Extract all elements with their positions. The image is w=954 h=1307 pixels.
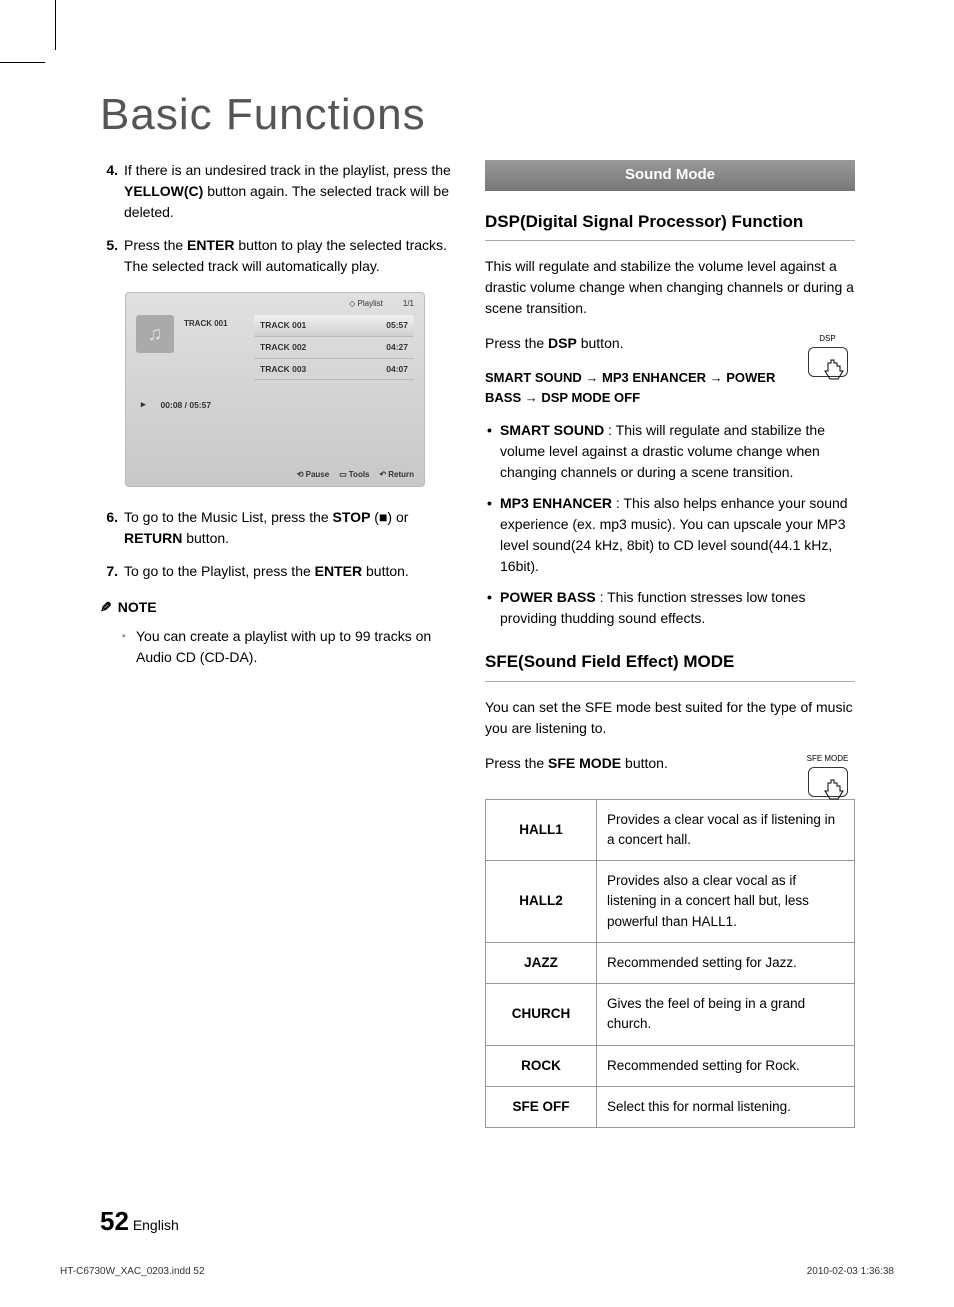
hand-press-icon (814, 773, 854, 813)
page-title: Basic Functions (100, 90, 894, 140)
bullet-smart-sound: SMART SOUND : This will regulate and sta… (485, 420, 855, 483)
hand-press-icon (814, 353, 854, 393)
page-footer: 52 English (100, 1206, 179, 1237)
dsp-intro: This will regulate and stabilize the vol… (485, 256, 855, 319)
dsp-bullets: SMART SOUND : This will regulate and sta… (485, 420, 855, 629)
sfe-heading: SFE(Sound Field Effect) MODE (485, 649, 855, 682)
tools-label: ▭ Tools (339, 469, 369, 481)
note-heading: ✎ NOTE (100, 597, 455, 618)
track-row: TRACK 00105:57 (254, 315, 414, 337)
table-row: SFE OFFSelect this for normal listening. (486, 1086, 855, 1127)
step-6: 6.To go to the Music List, press the STO… (100, 507, 455, 549)
sound-mode-heading: Sound Mode (485, 160, 855, 191)
playlist-label: ◇ Playlist (349, 298, 383, 310)
note-icon: ✎ (100, 597, 112, 618)
bullet-power-bass: POWER BASS : This function stresses low … (485, 587, 855, 629)
steps-list-top: 4.If there is an undesired track in the … (100, 160, 455, 277)
bullet-mp3-enhancer: MP3 ENHANCER : This also helps enhance y… (485, 493, 855, 577)
dsp-remote-button: DSP (800, 333, 855, 377)
step-5: 5.Press the ENTER button to play the sel… (100, 235, 455, 277)
pause-label: ⟲ Pause (297, 469, 329, 481)
play-icon: ▸ (141, 398, 146, 412)
steps-list-bottom: 6.To go to the Music List, press the STO… (100, 507, 455, 582)
table-row: CHURCHGives the feel of being in a grand… (486, 984, 855, 1046)
sfe-table: HALL1Provides a clear vocal as if listen… (485, 799, 855, 1129)
table-row: ROCKRecommended setting for Rock. (486, 1045, 855, 1086)
note-list: You can create a playlist with up to 99 … (100, 626, 455, 668)
current-track: TRACK 001 (184, 315, 244, 380)
music-note-icon: ♫ (136, 315, 174, 353)
sfe-remote-button: SFE MODE (800, 753, 855, 797)
step-7: 7.To go to the Playlist, press the ENTER… (100, 561, 455, 582)
playback-time: 00:08 / 05:57 (161, 399, 212, 412)
track-row: TRACK 00204:27 (254, 337, 414, 359)
table-row: HALL2Provides also a clear vocal as if l… (486, 861, 855, 943)
step-4: 4.If there is an undesired track in the … (100, 160, 455, 223)
table-row: JAZZRecommended setting for Jazz. (486, 942, 855, 983)
dsp-heading: DSP(Digital Signal Processor) Function (485, 209, 855, 242)
playlist-ui: ◇ Playlist 1/1 ♫ TRACK 001 TRACK 00105:5… (125, 292, 425, 487)
table-row: HALL1Provides a clear vocal as if listen… (486, 799, 855, 861)
sfe-intro: You can set the SFE mode best suited for… (485, 697, 855, 739)
track-row: TRACK 00304:07 (254, 359, 414, 381)
note-item: You can create a playlist with up to 99 … (122, 626, 455, 668)
track-list: TRACK 00105:57 TRACK 00204:27 TRACK 0030… (254, 315, 414, 380)
page-indicator: 1/1 (403, 298, 414, 310)
print-info: HT-C6730W_XAC_0203.indd 52 2010-02-03 1:… (60, 1266, 894, 1277)
return-label: ↶ Return (380, 469, 414, 481)
